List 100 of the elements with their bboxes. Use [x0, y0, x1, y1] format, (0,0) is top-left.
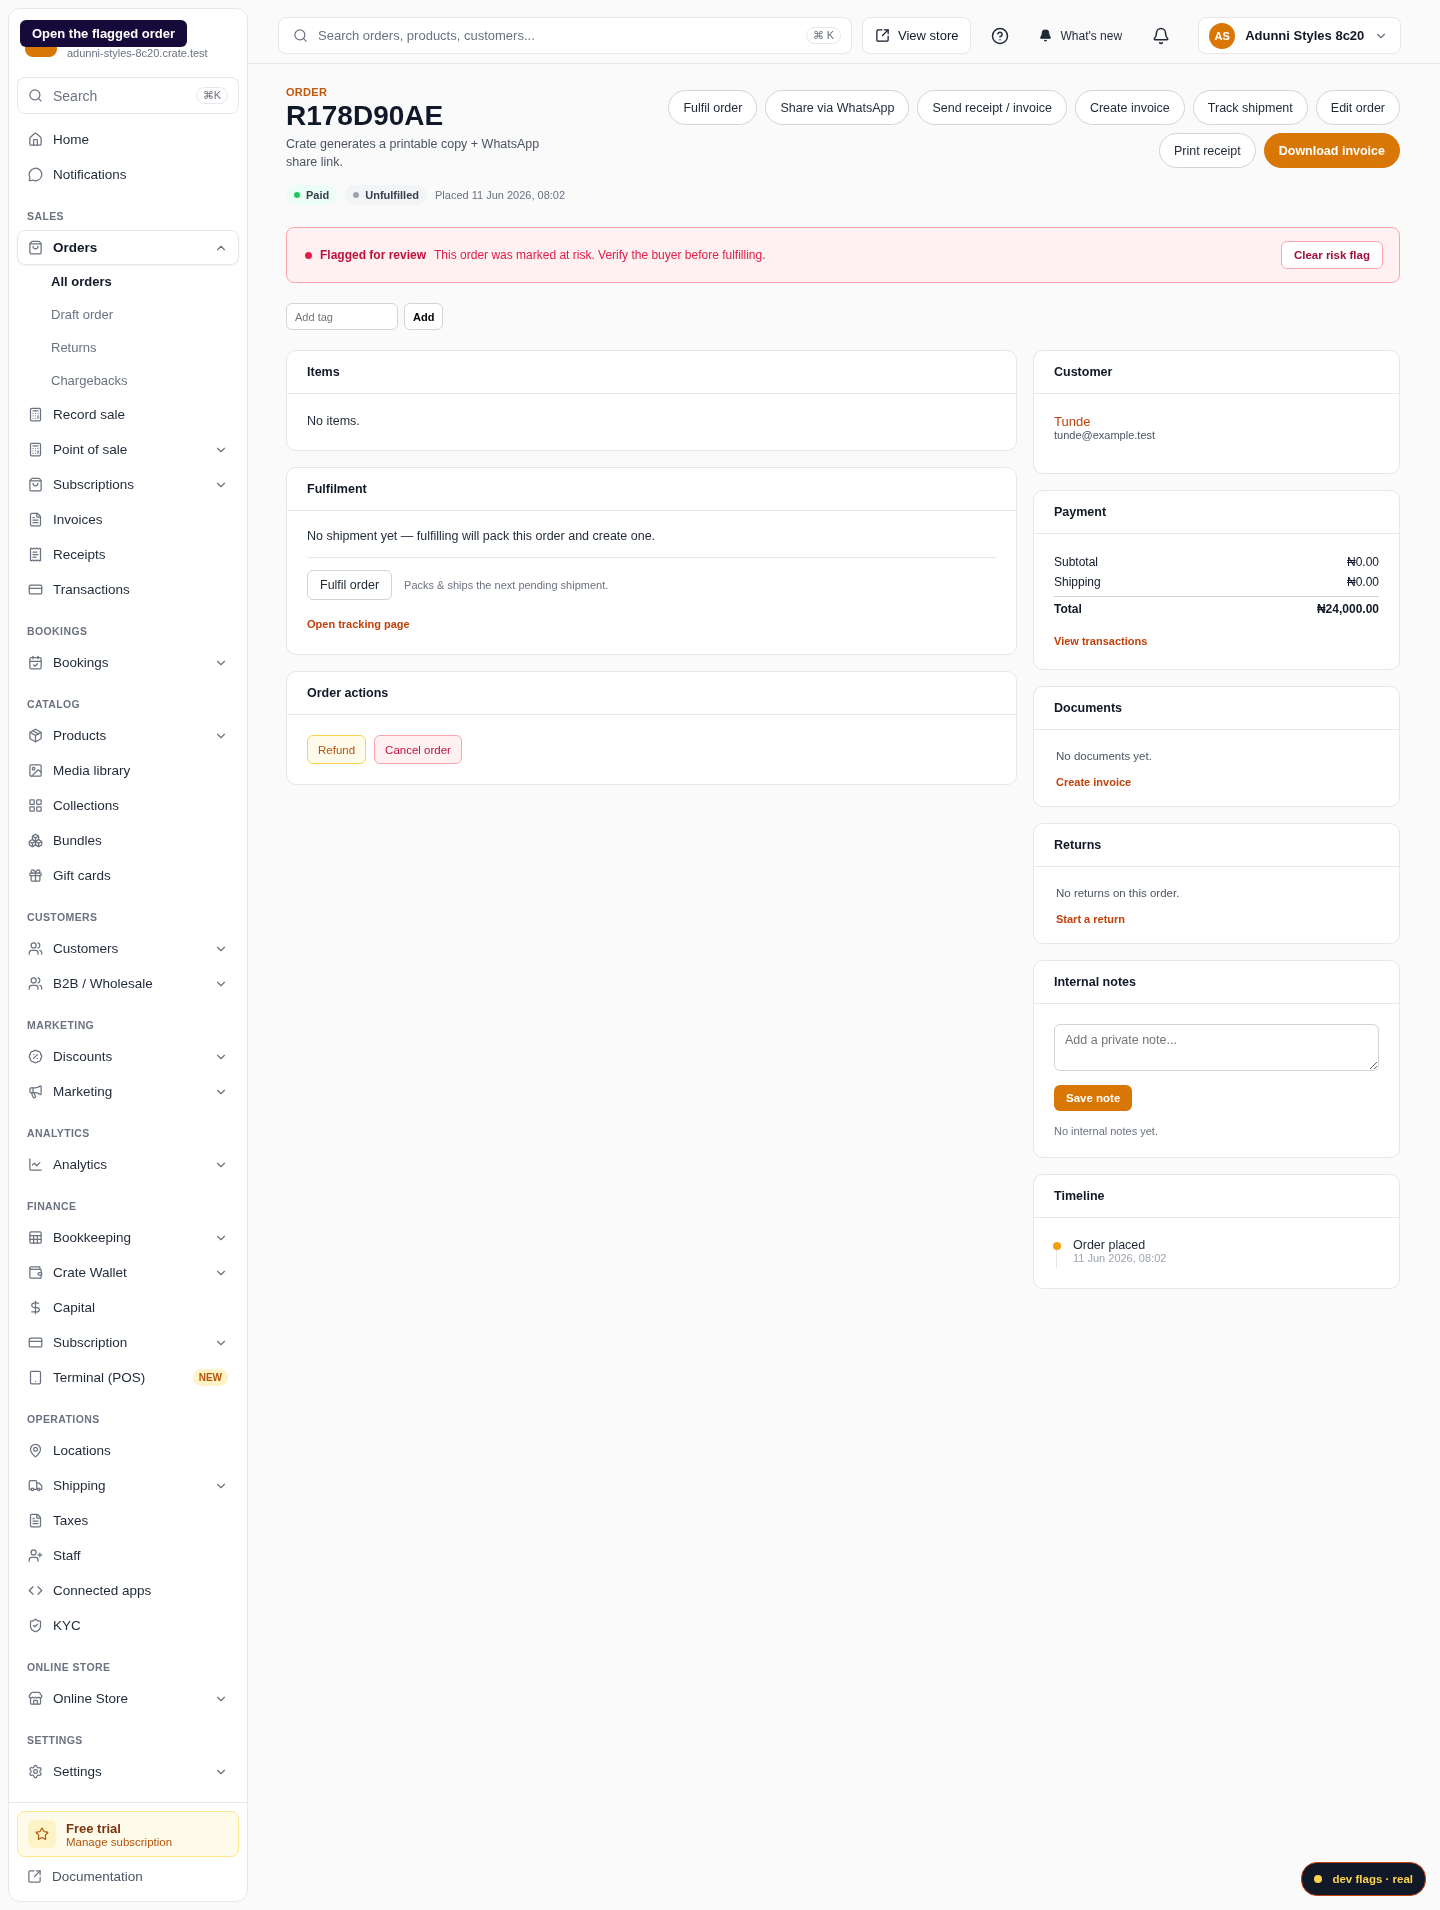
nav-subitem[interactable]: Draft order: [17, 298, 239, 331]
action-button[interactable]: Fulfil order: [668, 90, 758, 125]
nav-item[interactable]: Gift cards: [17, 858, 239, 893]
clear-flag-button[interactable]: Clear risk flag: [1280, 241, 1383, 269]
nav-item[interactable]: Bookings: [17, 645, 239, 680]
nav-item[interactable]: Subscriptions: [17, 467, 239, 502]
action-button[interactable]: Print receipt: [1159, 133, 1256, 168]
create-invoice-link[interactable]: Create invoice: [1056, 776, 1132, 788]
nav-item[interactable]: B2B / Wholesale: [17, 966, 239, 1001]
action-button[interactable]: Send receipt / invoice: [917, 90, 1067, 125]
nav-icon: [28, 1084, 43, 1099]
search-field[interactable]: Search ⌘K: [17, 77, 239, 114]
action-button[interactable]: Edit order: [1315, 90, 1400, 125]
search-icon: [28, 88, 43, 103]
event-time: 11 Jun 2026, 08:02: [1073, 1252, 1167, 1264]
nav-item[interactable]: Point of sale: [17, 432, 239, 467]
empty-text: No items.: [307, 414, 361, 428]
nav-icon: [28, 1300, 43, 1315]
nav-item[interactable]: Online Store: [17, 1681, 239, 1716]
nav-icon: [28, 1583, 43, 1598]
nav-item[interactable]: Orders: [17, 230, 239, 265]
nav-item[interactable]: Analytics: [17, 1147, 239, 1182]
empty-text: No returns on this order.: [1056, 887, 1181, 899]
nav-icon: [28, 1265, 43, 1280]
nav-item[interactable]: Locations: [17, 1433, 239, 1468]
whats-new-button[interactable]: What's new: [1029, 17, 1133, 54]
action-button[interactable]: Share via WhatsApp: [765, 90, 910, 125]
nav-item[interactable]: Bundles: [17, 823, 239, 858]
nav-item[interactable]: Crate Wallet: [17, 1255, 239, 1290]
order-action-button[interactable]: Refund: [307, 735, 367, 764]
view-store-button[interactable]: View store: [862, 17, 972, 54]
search-field[interactable]: Search orders, products, customers... ⌘ K: [278, 17, 852, 54]
nav-item[interactable]: Discounts: [17, 1039, 239, 1074]
nav-subitem[interactable]: All orders: [17, 265, 239, 298]
action-button[interactable]: Track shipment: [1192, 90, 1308, 125]
nav-item[interactable]: Products: [17, 718, 239, 753]
payment-label: Total: [1054, 602, 1082, 616]
nav-item[interactable]: Terminal (POS) NEW: [17, 1360, 239, 1395]
nav-item[interactable]: Staff: [17, 1538, 239, 1573]
nav-icon: [28, 547, 43, 562]
section-label: SETTINGS: [26, 1733, 84, 1748]
help-icon: [991, 26, 1010, 45]
avatar: AS: [1209, 22, 1236, 49]
bell-icon: [1039, 29, 1053, 42]
nav-item[interactable]: Bookkeeping: [17, 1220, 239, 1255]
nav-icon: [28, 655, 43, 670]
status-badge: Unfulfilled: [345, 185, 427, 205]
nav-icon: [28, 1618, 43, 1633]
nav-icon: [28, 798, 43, 813]
card-title: Payment: [1034, 491, 1399, 534]
nav-item[interactable]: Taxes: [17, 1503, 239, 1538]
start-return-link[interactable]: Start a return: [1056, 913, 1126, 925]
nav-icon: [28, 1691, 43, 1706]
payment-label: Shipping: [1054, 575, 1101, 589]
dev-flags-badge[interactable]: dev flags · real: [1301, 1862, 1426, 1896]
nav-item[interactable]: Shipping: [17, 1468, 239, 1503]
transactions-link[interactable]: View transactions: [1054, 635, 1148, 647]
fulfilment-message: No shipment yet — fulfilling will pack this order and create one.: [307, 529, 657, 543]
nav-item[interactable]: Settings: [17, 1754, 239, 1789]
new-badge: NEW: [192, 1369, 228, 1386]
account-menu[interactable]: AS Adunni Styles 8c20: [1198, 17, 1402, 54]
nav-item[interactable]: Record sale: [17, 397, 239, 432]
payment-label: Subtotal: [1054, 555, 1099, 569]
nav-icon: [28, 728, 43, 743]
action-button[interactable]: Create invoice: [1074, 90, 1185, 125]
nav-icon: [28, 167, 43, 182]
nav-subitem[interactable]: Chargebacks: [17, 364, 239, 397]
customer-name[interactable]: Tunde: [1054, 414, 1379, 429]
section-label: MARKETING: [26, 1018, 96, 1033]
placed-date: Placed 11 Jun 2026, 08:02: [435, 189, 566, 201]
description: Crate generates a printable copy + WhatsApp share link.: [286, 136, 541, 171]
event-title: Order placed: [1073, 1238, 1147, 1252]
nav-item[interactable]: Invoices: [17, 502, 239, 537]
nav-icon: [28, 868, 43, 883]
tracking-link[interactable]: Open tracking page: [307, 618, 410, 630]
store-domain: adunni-styles-8c20.crate.test: [67, 47, 208, 59]
nav-item[interactable]: Subscription: [17, 1325, 239, 1360]
nav-item[interactable]: Connected apps: [17, 1573, 239, 1608]
nav-item[interactable]: Receipts: [17, 537, 239, 572]
nav-subitem[interactable]: Returns: [17, 331, 239, 364]
alert-message: This order was marked at risk. Verify the buyer before fulfilling.: [434, 248, 766, 262]
empty-text: No documents yet.: [1056, 750, 1153, 762]
fulfil-button[interactable]: Fulfil order: [307, 570, 393, 600]
nav-item[interactable]: Media library: [17, 753, 239, 788]
add-tag-button[interactable]: Add: [404, 303, 444, 330]
order-action-button[interactable]: Cancel order: [374, 735, 462, 764]
nav-item[interactable]: Transactions: [17, 572, 239, 607]
documentation-link[interactable]: Documentation: [17, 1857, 239, 1895]
payment-value: ₦24,000.00: [1316, 602, 1379, 616]
nav-item[interactable]: Home: [17, 122, 239, 157]
nav-item[interactable]: Capital: [17, 1290, 239, 1325]
nav-item[interactable]: KYC: [17, 1608, 239, 1643]
note-field[interactable]: Add a private note...: [1054, 1024, 1379, 1071]
tag-input[interactable]: Add tag: [286, 303, 398, 330]
nav-item[interactable]: Marketing: [17, 1074, 239, 1109]
nav-item[interactable]: Notifications: [17, 157, 239, 192]
nav-item[interactable]: Collections: [17, 788, 239, 823]
nav-icon: [28, 240, 43, 255]
manage-subscription-link[interactable]: Manage subscription: [66, 1835, 173, 1848]
nav-item[interactable]: Customers: [17, 931, 239, 966]
